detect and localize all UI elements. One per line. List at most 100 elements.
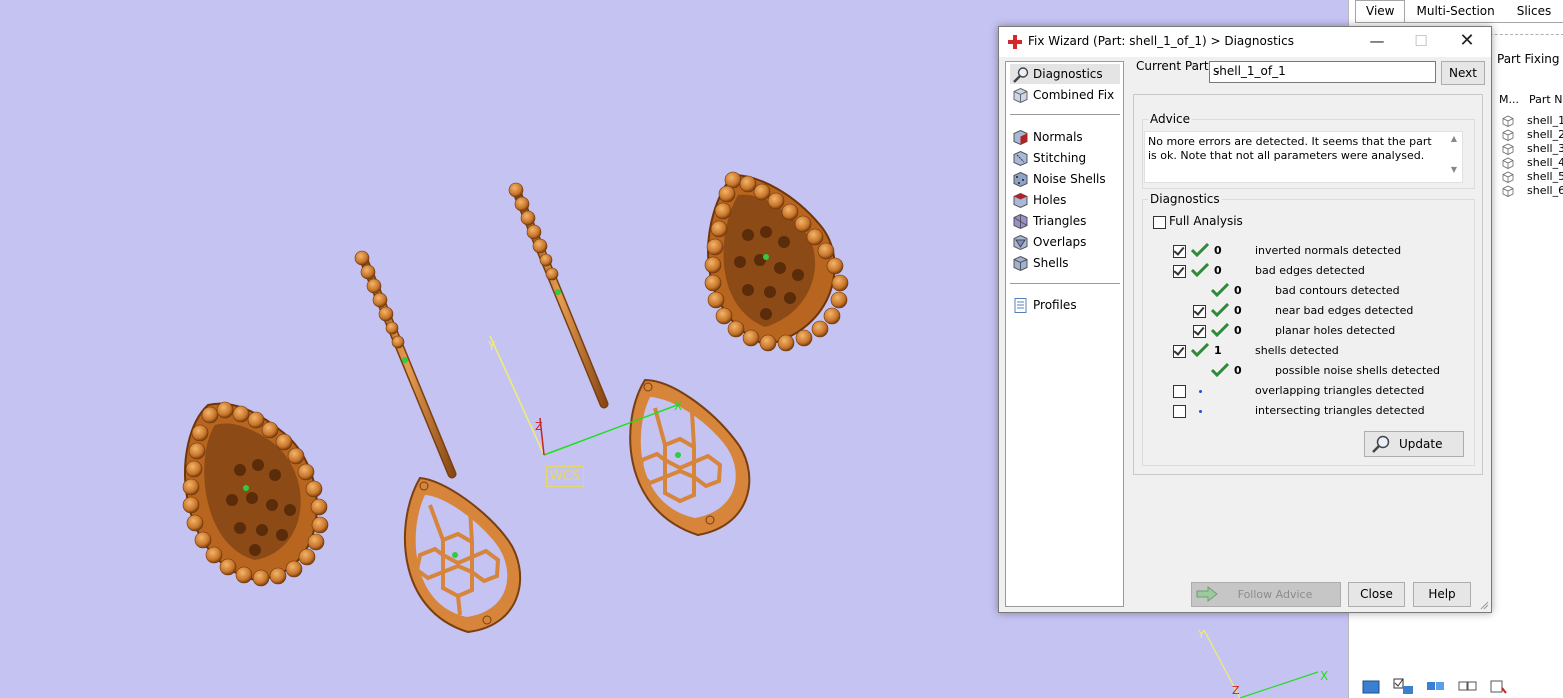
checklist-icon[interactable]: [1391, 676, 1417, 696]
row-checkbox[interactable]: [1193, 324, 1206, 338]
cube-icon: [1502, 185, 1514, 197]
row-count: 0: [1214, 264, 1222, 277]
nav-item-stitching[interactable]: Stitching: [1010, 148, 1120, 168]
help-button[interactable]: Help: [1413, 582, 1471, 607]
nav-item-label: Overlaps: [1033, 235, 1087, 249]
follow-advice-button[interactable]: Follow Advice: [1191, 582, 1341, 607]
cube-icon: [1502, 171, 1514, 183]
row-label: intersecting triangles detected: [1255, 404, 1425, 417]
nav-item-combined-fix[interactable]: Combined Fix: [1010, 85, 1120, 105]
advice-scrollbar[interactable]: ▲ ▼: [1446, 132, 1462, 180]
part-name: shell_4_: [1527, 156, 1563, 169]
normals-icon: [1013, 129, 1028, 146]
earring-rod-left[interactable]: [354, 250, 457, 479]
row-checkbox[interactable]: [1173, 385, 1186, 398]
nav-item-holes[interactable]: Holes: [1010, 190, 1120, 210]
diagnostics-title: Diagnostics: [1148, 192, 1222, 206]
status-dot: [1199, 390, 1202, 393]
row-count: 0: [1234, 304, 1242, 317]
nav-item-label: Profiles: [1033, 298, 1077, 312]
earring-rod-right[interactable]: [508, 182, 609, 409]
row-count: 0: [1214, 244, 1222, 257]
wizard-nav: Diagnostics Combined Fix Normals Stitching N…: [1005, 61, 1124, 607]
nav-item-noise-shells[interactable]: Noise Shells: [1010, 169, 1120, 189]
nav-item-overlaps[interactable]: Overlaps: [1010, 232, 1120, 252]
fix-wizard-dialog: Fix Wizard (Part: shell_1_of_1) > Diagno…: [998, 26, 1492, 613]
row-checkbox[interactable]: [1173, 264, 1186, 278]
next-button[interactable]: Next: [1441, 61, 1485, 85]
tab-slices[interactable]: Slices: [1506, 0, 1563, 23]
nav-item-label: Stitching: [1033, 151, 1087, 165]
cube-icon: [1502, 143, 1514, 155]
part-fixing-info-tab[interactable]: Part Fixing Inf: [1497, 52, 1563, 66]
minimize-button[interactable]: —: [1355, 27, 1399, 57]
row-checkbox[interactable]: [1173, 405, 1186, 418]
row-label: possible noise shells detected: [1275, 364, 1441, 377]
status-dot: [1199, 410, 1202, 413]
cube-icon: [1013, 87, 1028, 104]
tab-view[interactable]: View: [1355, 0, 1406, 23]
dialog-titlebar[interactable]: Fix Wizard (Part: shell_1_of_1) > Diagno…: [999, 27, 1491, 57]
advice-title: Advice: [1148, 112, 1193, 126]
nav-item-normals[interactable]: Normals: [1010, 127, 1120, 147]
green-check-icon: [1191, 263, 1209, 277]
pendant-beaded-left[interactable]: [182, 401, 329, 587]
green-check-icon: [1211, 303, 1229, 317]
nav-item-label: Triangles: [1033, 214, 1087, 228]
update-button[interactable]: Update: [1364, 431, 1464, 457]
current-part-select[interactable]: shell_1_of_1 ⌄: [1209, 61, 1436, 83]
part-name: shell_2_: [1527, 128, 1563, 141]
column-header-part-name[interactable]: Part Na: [1529, 88, 1563, 110]
column-header-m[interactable]: M...: [1499, 88, 1519, 110]
nav-item-diagnostics[interactable]: Diagnostics: [1010, 64, 1120, 84]
tab-multi-section[interactable]: Multi-Section: [1405, 0, 1505, 23]
nav-item-label: Diagnostics: [1033, 67, 1103, 81]
row-count: 0: [1234, 324, 1242, 337]
wcs-label: WCS: [546, 466, 584, 487]
row-checkbox[interactable]: [1173, 344, 1186, 358]
cube-icon: [1502, 157, 1514, 169]
svg-text:Y: Y: [1197, 628, 1205, 641]
nav-item-label: Normals: [1033, 130, 1083, 144]
nav-item-shells[interactable]: Shells: [1010, 253, 1120, 273]
right-panel-tabs: View Multi-Section Slices: [1355, 0, 1563, 23]
resize-grip-icon[interactable]: [1479, 600, 1489, 610]
part-name: shell_3_: [1527, 142, 1563, 155]
pendant-honeycomb-right[interactable]: [629, 378, 751, 537]
svg-text:X: X: [1320, 669, 1328, 683]
full-analysis-checkbox[interactable]: [1153, 216, 1166, 229]
nav-item-triangles[interactable]: Triangles: [1010, 211, 1120, 231]
close-window-button[interactable]: ✕: [1445, 27, 1489, 57]
triangles-icon: [1013, 213, 1028, 230]
pendant-honeycomb-bottom[interactable]: [404, 476, 521, 634]
shells-icon: [1013, 255, 1028, 272]
pendant-beaded-right[interactable]: [704, 171, 849, 352]
nav-divider: [1010, 114, 1120, 115]
green-check-icon: [1191, 243, 1209, 257]
row-label: bad edges detected: [1255, 264, 1365, 277]
svg-text:X: X: [674, 399, 682, 413]
row-count: 1: [1214, 344, 1222, 357]
cube-check-icon[interactable]: [1487, 676, 1513, 696]
advice-textbox[interactable]: No more errors are detected. It seems th…: [1144, 131, 1463, 183]
maximize-button[interactable]: ☐: [1399, 27, 1443, 57]
row-count: 0: [1234, 364, 1242, 377]
overlaps-icon: [1013, 234, 1028, 251]
holes-icon: [1013, 192, 1028, 209]
diagnostics-panel: Advice No more errors are detected. It s…: [1133, 94, 1483, 475]
nav-item-profiles[interactable]: Profiles: [1010, 295, 1120, 315]
close-button[interactable]: Close: [1348, 582, 1405, 607]
full-analysis-label: Full Analysis: [1169, 214, 1243, 228]
green-check-icon: [1211, 363, 1229, 377]
wire-cubes-icon[interactable]: [1455, 676, 1481, 696]
row-label: shells detected: [1255, 344, 1339, 357]
part-name: shell_1_: [1527, 114, 1563, 127]
bottom-toolbar: [1359, 676, 1513, 696]
row-checkbox[interactable]: [1173, 244, 1186, 258]
part-name: shell_6_: [1527, 184, 1563, 197]
row-checkbox[interactable]: [1193, 304, 1206, 318]
magnifier-icon: [1372, 435, 1390, 453]
green-check-icon: [1211, 283, 1229, 297]
view-icon[interactable]: [1359, 676, 1385, 696]
cubes-icon[interactable]: [1423, 676, 1449, 696]
